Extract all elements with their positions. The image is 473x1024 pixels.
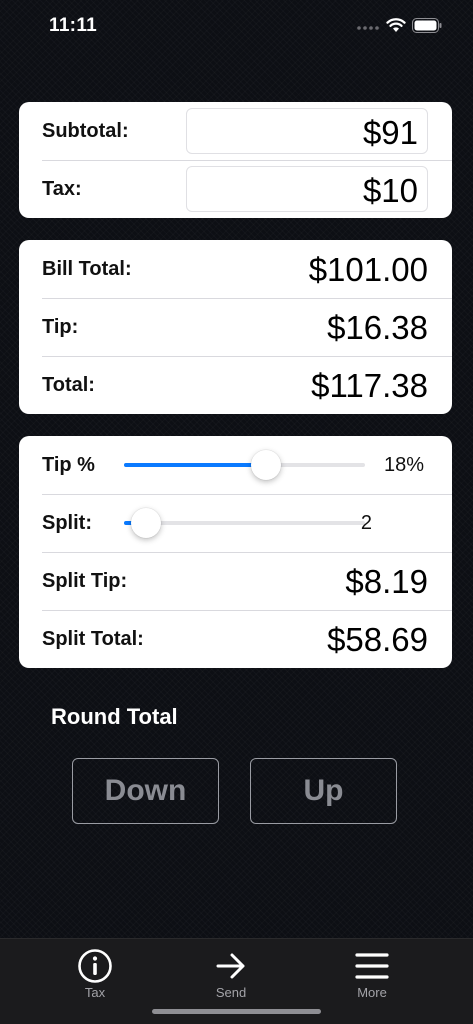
wifi-icon xyxy=(386,18,406,32)
cellular-dots-icon xyxy=(357,26,379,30)
split-readout: 2 xyxy=(360,512,372,534)
split-tip-value: $8.19 xyxy=(345,563,428,600)
tip-row: Tip: $16.38 xyxy=(19,298,452,356)
round-up-button[interactable]: Up xyxy=(250,758,397,824)
home-indicator xyxy=(152,1009,321,1014)
info-icon xyxy=(78,949,112,983)
round-total-title: Round Total xyxy=(51,704,178,729)
split-total-row: Split Total: $58.69 xyxy=(19,610,452,668)
total-label: Total: xyxy=(42,374,95,396)
slider-thumb[interactable] xyxy=(130,508,161,538)
slider-fill xyxy=(124,463,267,467)
subtotal-input[interactable]: $91 xyxy=(186,108,428,154)
split-label: Split: xyxy=(42,512,92,534)
tax-label: Tax: xyxy=(42,178,82,200)
menu-icon xyxy=(355,953,389,979)
split-total-value: $58.69 xyxy=(327,621,428,658)
tip-percent-readout: 18% xyxy=(383,454,424,476)
subtotal-value: $91 xyxy=(362,114,418,151)
summary-card: Bill Total: $101.00 Tip: $16.38 Total: $… xyxy=(19,240,452,414)
tab-send-label: Send xyxy=(215,985,247,1000)
battery-icon xyxy=(412,18,442,33)
total-row: Total: $117.38 xyxy=(19,356,452,414)
split-tip-row: Split Tip: $8.19 xyxy=(19,552,452,610)
bill-total-value: $101.00 xyxy=(308,251,428,288)
amounts-card: Subtotal: $91 Tax: $10 xyxy=(19,102,452,218)
subtotal-label: Subtotal: xyxy=(42,120,129,142)
tab-tax[interactable]: Tax xyxy=(50,939,140,1005)
status-bar: 11:11 xyxy=(0,0,473,54)
split-tip-label: Split Tip: xyxy=(42,570,128,592)
tip-percent-slider[interactable] xyxy=(124,436,365,494)
tax-row: Tax: $10 xyxy=(19,160,452,218)
split-slider[interactable] xyxy=(124,494,365,552)
total-value: $117.38 xyxy=(311,367,428,404)
tip-percent-row: Tip % 18% xyxy=(19,436,452,494)
adjustments-card: Tip % 18% Split: 2 Split Tip: $8.19 Spli… xyxy=(19,436,452,668)
tax-input[interactable]: $10 xyxy=(186,166,428,212)
tax-value: $10 xyxy=(362,172,418,209)
tab-more-label: More xyxy=(357,985,387,1000)
bill-total-label: Bill Total: xyxy=(42,258,132,280)
status-time: 11:11 xyxy=(49,15,97,36)
round-down-button[interactable]: Down xyxy=(72,758,219,824)
bill-total-row: Bill Total: $101.00 xyxy=(19,240,452,298)
tab-tax-label: Tax xyxy=(84,985,106,1000)
tab-send[interactable]: Send xyxy=(186,939,276,1005)
tip-label: Tip: xyxy=(42,316,79,338)
tip-percent-label: Tip % xyxy=(42,454,95,476)
split-row: Split: 2 xyxy=(19,494,452,552)
arrow-right-icon xyxy=(216,953,245,979)
split-total-label: Split Total: xyxy=(42,628,144,650)
slider-thumb[interactable] xyxy=(251,450,282,480)
tab-more[interactable]: More xyxy=(327,939,417,1005)
subtotal-row: Subtotal: $91 xyxy=(19,102,452,160)
tip-value: $16.38 xyxy=(327,309,428,346)
